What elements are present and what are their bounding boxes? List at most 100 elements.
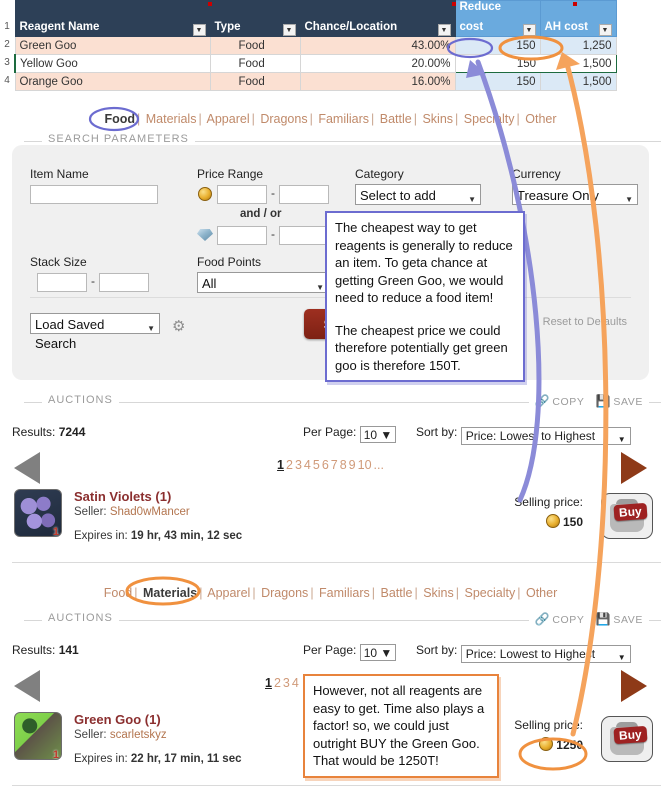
chevron-down-icon[interactable]: ▼ [468,190,476,209]
chevron-down-icon[interactable]: ▼ [147,319,155,338]
column-header-chance-location[interactable]: Chance/Location ▼ [299,18,456,37]
food-points-select[interactable]: All ▼ [197,272,329,293]
page-link[interactable]: 2 [286,458,293,472]
tab-familiars[interactable]: Familiars [319,586,370,600]
tab-dragons[interactable]: Dragons [260,112,307,126]
callout-blue-p1: The cheapest way to get reagents is gene… [335,220,513,305]
tab-food-selected[interactable]: Food [104,112,135,126]
filter-dropdown-icon[interactable]: ▼ [282,24,296,36]
tab-specialty[interactable]: Specialty [465,586,516,600]
tab-skins[interactable]: Skins [422,112,453,126]
page-link-current[interactable]: 1 [277,458,284,472]
treasure-coin-icon [198,187,212,201]
chevron-down-icon[interactable]: ▼ [625,190,633,209]
item-title[interactable]: Satin Violets (1) [74,489,171,504]
selling-price-value: 150 [562,515,583,529]
page-link[interactable]: 9 [349,458,356,472]
currency-select[interactable]: Treasure Only ▼ [512,184,638,205]
item-name-input[interactable] [30,185,158,204]
price-max-input[interactable] [279,185,329,204]
per-page-select[interactable]: 10 ▼ [359,644,397,661]
column-header-reduce-cost[interactable]: cost ▼ [454,18,541,37]
save-disk-icon[interactable]: 💾 [596,612,612,626]
save-disk-icon[interactable]: 💾 [596,394,612,408]
food-points-label: Food Points [197,255,262,269]
tab-materials[interactable]: Materials [146,112,197,126]
page-link[interactable]: 7 [331,458,338,472]
per-page-select[interactable]: 10 ▼ [359,426,397,443]
tab-battle[interactable]: Battle [380,112,412,126]
gem-min-input[interactable] [217,226,267,245]
seller-name[interactable]: Shad0wMancer [110,506,190,518]
tab-familiars[interactable]: Familiars [318,112,369,126]
copy-label[interactable]: COPY [552,396,584,408]
filter-dropdown-icon[interactable]: ▼ [437,24,451,36]
table-row[interactable]: Green Goo Food 43.00% 150 1,250 [14,36,617,55]
table-row[interactable]: Orange Goo Food 16.00% 150 1,500 [14,72,617,91]
chevron-down-icon[interactable]: ▼ [618,431,626,448]
price-min-input[interactable] [217,185,267,204]
tab-other[interactable]: Other [525,112,556,126]
load-saved-search-select[interactable]: Load Saved Search ▼ [30,313,160,351]
filter-dropdown-icon[interactable]: ▼ [522,24,536,36]
row-number: 2 [0,36,14,54]
tab-food[interactable]: Food [104,586,133,600]
category-tabs-top[interactable]: Food | Materials | Apparel | Dragons | Famil… [0,106,661,128]
column-header-reagent-name[interactable]: Reagent Name ▼ [14,18,211,37]
filter-dropdown-icon[interactable]: ▼ [192,24,206,36]
listing-satin-violets[interactable]: 1 Satin Violets (1) Seller: Shad0wMancer… [0,485,661,561]
copy-link-icon[interactable]: 🔗 [535,612,551,626]
buy-button[interactable]: Buy [601,493,653,539]
row-header-column: 1 2 3 4 [0,0,14,90]
buy-button[interactable]: Buy [601,716,653,762]
chevron-down-icon[interactable]: ▼ [618,649,626,666]
reset-to-defaults-link[interactable]: Reset to Defaults [543,316,627,328]
category-tabs-bottom[interactable]: Food | Materials | Apparel | Dragons | Famil… [0,580,661,602]
tab-battle[interactable]: Battle [380,586,412,600]
page-ellipsis: ... [373,458,384,472]
copy-link-icon[interactable]: 🔗 [535,394,551,408]
page-link[interactable]: 5 [313,458,320,472]
gear-icon[interactable]: ⚙ [172,317,185,335]
stack-range-dash: - [91,274,95,288]
page-link[interactable]: 2 [274,676,281,690]
tab-skins[interactable]: Skins [423,586,454,600]
reagent-table: Reduce Reagent Name ▼ Type ▼ Chance/Loca… [14,0,617,91]
page-link[interactable]: 3 [295,458,302,472]
seller-name[interactable]: scarletskyz [110,729,167,741]
column-header-ah-cost[interactable]: AH cost ▼ [539,18,617,37]
item-title[interactable]: Green Goo (1) [74,712,161,727]
tab-apparel[interactable]: Apparel [207,112,250,126]
filter-dropdown-icon[interactable]: ▼ [598,24,612,36]
page-link[interactable]: 4 [304,458,311,472]
page-link-current[interactable]: 1 [265,676,272,690]
tab-apparel[interactable]: Apparel [207,586,250,600]
gem-max-input[interactable] [279,226,329,245]
page-link[interactable]: 8 [340,458,347,472]
tab-materials-selected[interactable]: Materials [143,586,197,600]
cell-reduce-cost: 150 [454,54,540,73]
item-quantity: 1 [52,749,59,760]
category-select[interactable]: Select to add ▼ [355,184,481,205]
table-row[interactable]: Yellow Goo Food 20.00% 150 1,500 [14,54,617,73]
sort-select[interactable]: Price: Lowest to Highest ▼ [460,645,631,666]
page-link[interactable]: 6 [322,458,329,472]
page-link[interactable]: 4 [292,676,299,690]
page-link[interactable]: 10 [358,458,372,472]
sort-select[interactable]: Price: Lowest to Highest ▼ [460,427,631,448]
page-link[interactable]: 3 [283,676,290,690]
save-label[interactable]: SAVE [613,614,643,626]
column-header-type[interactable]: Type ▼ [209,18,301,37]
tab-other[interactable]: Other [526,586,557,600]
chevron-down-icon[interactable]: ▼ [316,278,324,297]
callout-orange-p1: However, not all reagents are easy to ge… [313,683,485,768]
item-thumbnail-satin-violets[interactable]: 1 [14,489,62,537]
copy-label[interactable]: COPY [552,614,584,626]
save-label[interactable]: SAVE [613,396,643,408]
spreadsheet: 1 2 3 4 Reduce Reagent Name ▼ Type ▼ Cha… [0,0,661,96]
tab-dragons[interactable]: Dragons [261,586,308,600]
stack-min-input[interactable] [37,273,87,292]
tab-specialty[interactable]: Specialty [464,112,515,126]
item-thumbnail-green-goo[interactable]: 1 [14,712,62,760]
stack-max-input[interactable] [99,273,149,292]
